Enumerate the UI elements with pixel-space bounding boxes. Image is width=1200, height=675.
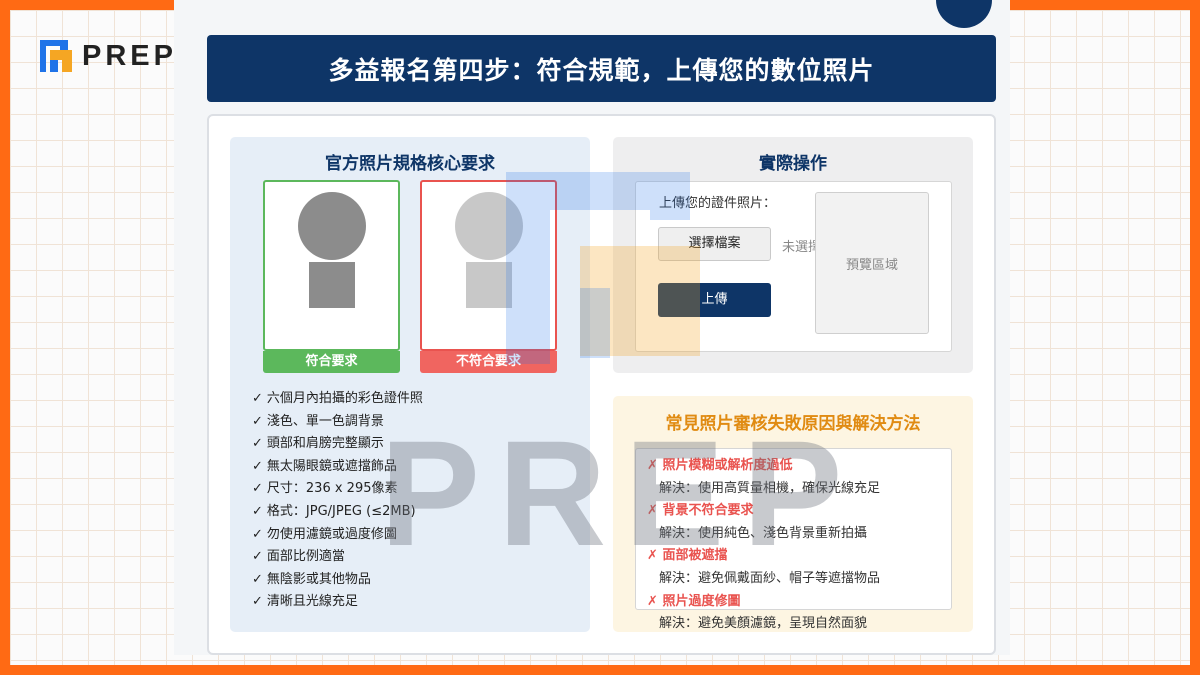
failure-problem: ✗ 照片過度修圖 xyxy=(647,593,741,609)
upload-button[interactable]: 上傳 xyxy=(658,283,771,317)
failure-solution: 解決：使用純色、淺色背景重新拍攝 xyxy=(659,525,868,541)
failure-list: ✗ 照片模糊或解析度過低 解決：使用高質量相機，確保光線充足 ✗ 背景不符合要求… xyxy=(647,455,880,636)
failure-problem: ✗ 照片模糊或解析度過低 xyxy=(647,458,793,473)
cross-icon: ✗ xyxy=(647,548,658,564)
brand-logo: PREP xyxy=(38,38,177,74)
list-item: ✓ 勿使用濾鏡或過度修圖 xyxy=(252,526,397,542)
list-item: ✓ 淺色、單一色調背景 xyxy=(252,413,384,429)
failure-solution: 解決：避免佩戴面紗、帽子等遮擋物品 xyxy=(659,570,881,586)
check-icon: ✓ xyxy=(252,436,263,452)
requirement-list: ✓ 六個月內拍攝的彩色證件照 ✓ 淺色、單一色調背景 ✓ 頭部和肩膀完整顯示 ✓ 無太陽… xyxy=(252,388,423,614)
check-icon: ✓ xyxy=(252,413,263,429)
list-item: ✓ 面部比例適當 xyxy=(252,549,345,565)
compliant-photo-example xyxy=(263,180,400,351)
check-icon: ✓ xyxy=(252,571,263,587)
list-item: ✓ 六個月內拍攝的彩色證件照 xyxy=(252,391,423,406)
list-item: ✓ 尺寸：236 x 295像素 xyxy=(252,481,398,497)
cross-icon: ✗ xyxy=(647,593,658,609)
choose-file-button[interactable]: 選擇檔案 xyxy=(658,227,771,261)
page-title: 多益報名第四步：符合規範，上傳您的數位照片 xyxy=(328,55,875,85)
check-icon: ✓ xyxy=(252,481,263,497)
check-icon: ✓ xyxy=(252,503,263,519)
check-icon: ✓ xyxy=(252,458,263,474)
compliant-label: 符合要求 xyxy=(263,351,400,373)
failure-solution: 解決：避免美顏濾鏡，呈現自然面貌 xyxy=(659,616,868,632)
body-silhouette xyxy=(466,262,512,308)
cross-icon: ✗ xyxy=(647,503,658,519)
logo-text: PREP xyxy=(82,39,177,72)
noncompliant-photo-example xyxy=(420,180,557,351)
upload-label: 上傳您的證件照片： xyxy=(659,196,777,211)
check-icon: ✓ xyxy=(252,391,263,406)
prep-logo-icon xyxy=(38,38,74,74)
failure-problem: ✗ 背景不符合要求 xyxy=(647,503,754,519)
body-silhouette xyxy=(309,262,355,308)
head-silhouette xyxy=(455,192,523,260)
list-item: ✓ 清晰且光線充足 xyxy=(252,594,358,610)
preview-label: 預覽區域 xyxy=(845,257,898,273)
failure-title: 常見照片審核失敗原因與解決方法 xyxy=(665,414,921,434)
photo-spec-title: 官方照片規格核心要求 xyxy=(325,154,495,174)
noncompliant-label: 不符合要求 xyxy=(420,351,557,373)
check-icon: ✓ xyxy=(252,526,263,542)
cross-icon: ✗ xyxy=(647,458,658,473)
list-item: ✓ 無陰影或其他物品 xyxy=(252,571,371,587)
check-icon: ✓ xyxy=(252,594,263,610)
failure-solution: 解決：使用高質量相機，確保光線充足 xyxy=(659,480,881,496)
list-item: ✓ 頭部和肩膀完整顯示 xyxy=(252,436,384,452)
list-item: ✓ 無太陽眼鏡或遮擋飾品 xyxy=(252,458,397,474)
operation-title: 實際操作 xyxy=(759,154,827,174)
head-silhouette xyxy=(298,192,366,260)
title-banner: 多益報名第四步：符合規範，上傳您的數位照片 xyxy=(207,35,996,102)
preview-area: 預覽區域 xyxy=(815,192,929,334)
check-icon: ✓ xyxy=(252,549,263,565)
list-item: ✓ 格式：JPG/JPEG (≤2MB) xyxy=(252,503,416,519)
failure-problem: ✗ 面部被遮擋 xyxy=(647,548,728,564)
